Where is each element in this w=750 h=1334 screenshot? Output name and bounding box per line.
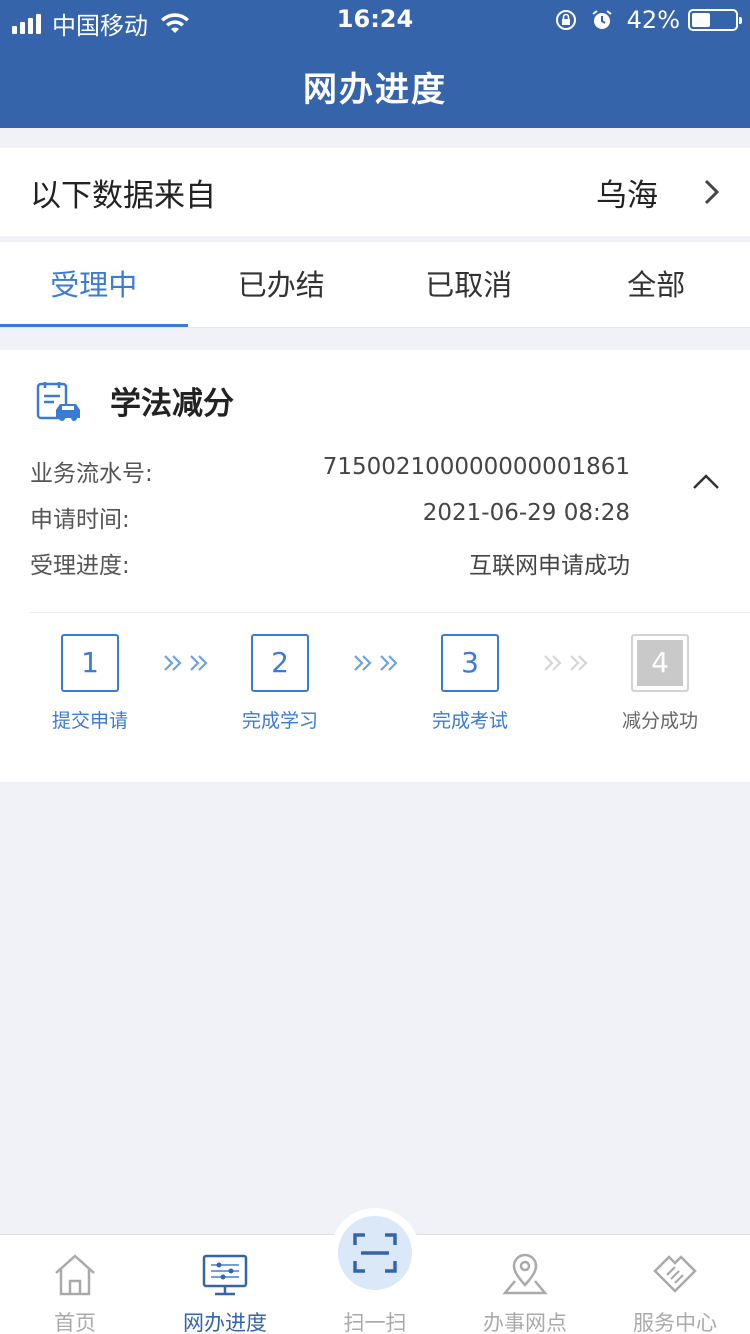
nav-label: 网办进度 — [183, 1311, 267, 1334]
data-source-row[interactable]: 以下数据来自 乌海 — [0, 148, 750, 236]
step-study: 2 完成学习 — [220, 634, 340, 733]
card-divider — [30, 612, 750, 613]
double-chevron-icon — [164, 655, 208, 671]
step-deduction-success: 4 减分成功 — [600, 634, 720, 733]
data-source-city: 乌海 — [596, 177, 658, 214]
progress-steps: 1 提交申请 2 完成学习 3 完成考试 4 减分成功 — [0, 634, 750, 744]
step-label: 完成考试 — [431, 710, 508, 732]
nav-service-points[interactable]: 办事网点 — [450, 1235, 600, 1334]
step-number: 2 — [251, 634, 309, 692]
alarm-icon — [592, 10, 612, 29]
nav-label: 扫一扫 — [343, 1311, 407, 1334]
status-tabs: 受理中 已办结 已取消 全部 — [0, 242, 750, 328]
status-right: 42% — [555, 6, 742, 34]
rotation-lock-icon — [555, 10, 576, 30]
nav-home[interactable]: 首页 — [0, 1235, 150, 1334]
step-number-text: 4 — [637, 640, 683, 686]
step-label: 完成学习 — [241, 710, 318, 732]
card-title: 学法减分 — [110, 386, 234, 422]
progress-value: 互联网申请成功 — [469, 553, 630, 579]
status-bar: 中国移动 16:24 42% — [0, 0, 750, 40]
step-number: 1 — [61, 634, 119, 692]
location-icon — [502, 1253, 548, 1295]
app-header: 中国移动 16:24 42% 网办进度 — [0, 0, 750, 128]
serial-value: 715002100000000001861 — [322, 454, 630, 480]
step-submit: 1 提交申请 — [30, 634, 150, 733]
step-number: 4 — [631, 634, 689, 692]
battery-fill — [692, 13, 710, 27]
tab-processing[interactable]: 受理中 — [0, 242, 188, 327]
nav-label: 服务中心 — [633, 1311, 717, 1334]
page-title: 网办进度 — [303, 70, 447, 110]
handshake-icon — [653, 1255, 697, 1293]
scan-icon — [353, 1233, 397, 1273]
battery-percent: 42% — [626, 6, 680, 34]
card-header: 学法减分 — [36, 378, 234, 423]
battery-icon — [688, 9, 742, 31]
double-chevron-icon — [354, 655, 398, 671]
progress-label: 受理进度: — [30, 553, 130, 579]
nav-service-center[interactable]: 服务中心 — [600, 1235, 750, 1334]
chevron-right-icon — [704, 179, 720, 205]
data-source-label: 以下数据来自 — [30, 177, 216, 214]
serial-label: 业务流水号: — [30, 461, 153, 487]
monitor-icon — [202, 1254, 248, 1296]
tab-cancelled[interactable]: 已取消 — [375, 242, 563, 327]
double-chevron-icon — [544, 655, 588, 671]
nav-label: 办事网点 — [483, 1311, 567, 1334]
application-card: 学法减分 业务流水号: 715002100000000001861 申请时间: … — [0, 350, 750, 782]
apply-time-label: 申请时间: — [30, 507, 130, 533]
nav-label: 首页 — [54, 1311, 96, 1334]
home-icon — [55, 1254, 95, 1296]
document-car-icon — [36, 381, 80, 421]
tab-all[interactable]: 全部 — [563, 242, 750, 327]
step-number: 3 — [441, 634, 499, 692]
step-label: 提交申请 — [51, 710, 128, 732]
nav-progress[interactable]: 网办进度 — [150, 1235, 300, 1334]
step-exam: 3 完成考试 — [410, 634, 530, 733]
chevron-up-icon[interactable] — [692, 472, 720, 490]
apply-time-value: 2021-06-29 08:28 — [422, 500, 630, 526]
tab-completed[interactable]: 已办结 — [188, 242, 376, 327]
step-label: 减分成功 — [621, 710, 698, 732]
